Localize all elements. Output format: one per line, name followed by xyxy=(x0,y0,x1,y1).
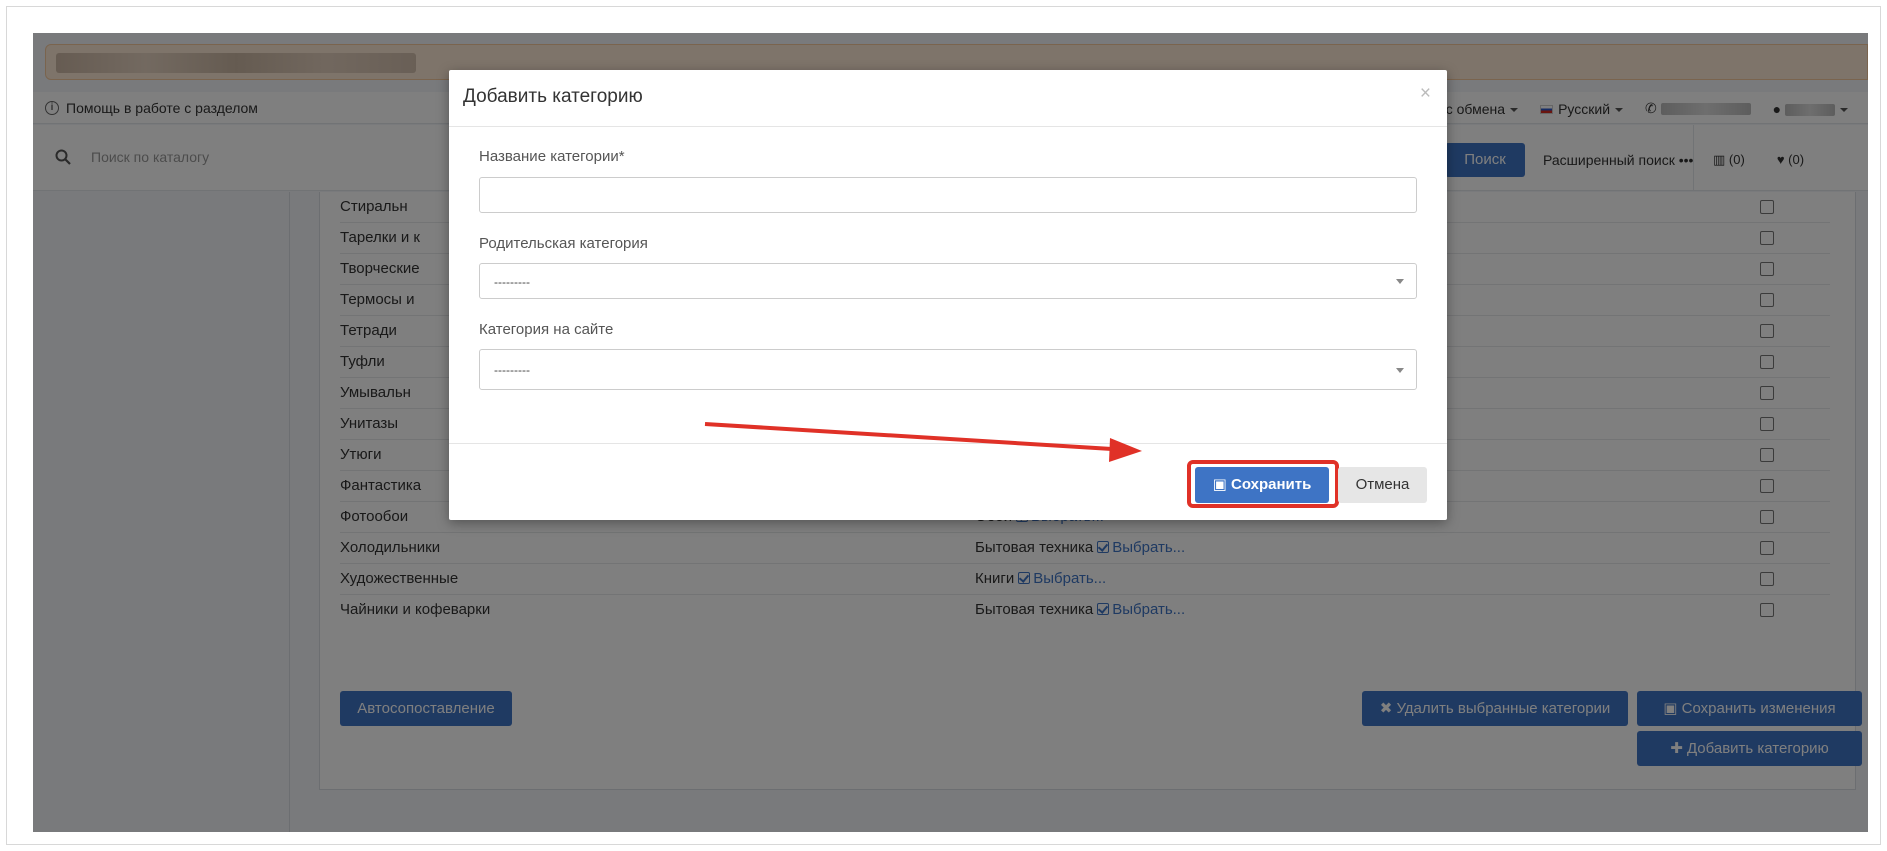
save-label: Сохранить xyxy=(1231,476,1312,493)
modal-header: Добавить категорию × xyxy=(449,70,1447,127)
modal-title: Добавить категорию xyxy=(463,86,643,107)
category-name-input[interactable] xyxy=(479,177,1417,213)
cancel-button[interactable]: Отмена xyxy=(1338,467,1427,503)
floppy-icon: ▣ xyxy=(1212,476,1227,493)
screenshot-frame: i Помощь в работе с разделом Курс обмена… xyxy=(6,6,1881,845)
site-category-label: Категория на сайте xyxy=(479,321,614,338)
chevron-down-icon xyxy=(1396,279,1404,284)
site-category-select[interactable]: --------- xyxy=(479,349,1417,390)
parent-category-select[interactable]: --------- xyxy=(479,263,1417,299)
parent-select-value: --------- xyxy=(494,275,530,289)
add-category-modal: Добавить категорию × Название категории*… xyxy=(449,70,1447,520)
app-window: i Помощь в работе с разделом Курс обмена… xyxy=(33,33,1868,832)
parent-label: Родительская категория xyxy=(479,235,648,252)
modal-footer: ▣ Сохранить Отмена xyxy=(449,443,1447,520)
save-button[interactable]: ▣ Сохранить xyxy=(1195,467,1329,503)
chevron-down-icon xyxy=(1396,368,1404,373)
site-select-value: --------- xyxy=(494,363,530,377)
close-icon[interactable]: × xyxy=(1420,83,1431,105)
name-label: Название категории* xyxy=(479,148,625,165)
